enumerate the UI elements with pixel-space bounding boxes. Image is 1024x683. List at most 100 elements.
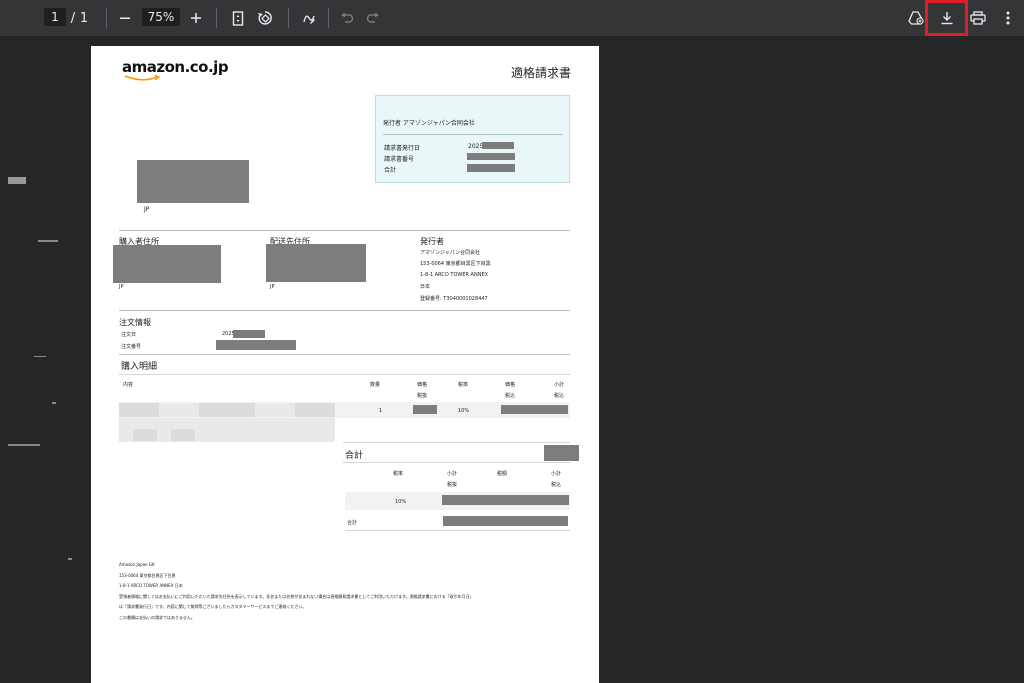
fit-page-icon	[232, 10, 244, 26]
section-divider	[119, 230, 570, 231]
pdf-toolbar: 1 / 1 75%	[0, 0, 1024, 36]
annotate-button[interactable]	[298, 0, 320, 36]
rotate-icon	[258, 11, 272, 25]
footer-line: 153-0064 東京都目黒区下目黒	[119, 573, 176, 578]
print-icon	[970, 11, 986, 25]
redacted-block	[216, 340, 296, 350]
section-divider	[119, 354, 570, 355]
page-number-input[interactable]: 1	[44, 8, 66, 26]
toolbar-divider	[328, 8, 329, 28]
blurred-item-name	[171, 429, 195, 441]
redacted-shipping-address	[266, 244, 366, 282]
purchase-details-label: 購入明細	[121, 362, 158, 372]
total-h-subtotal-sub: 税抜	[447, 482, 458, 488]
col-tax-rate: 税率	[458, 382, 469, 388]
rotate-button[interactable]	[254, 0, 276, 36]
left-panel-mark	[38, 240, 58, 242]
total-section-label: 合計	[345, 451, 364, 461]
footer-line: この書類は支払いの請求ではありません。	[119, 615, 195, 620]
col-price-sub: 税抜	[417, 393, 428, 399]
total-h-subtotal2: 小計	[551, 471, 562, 477]
print-button[interactable]	[967, 0, 989, 36]
redacted-block	[544, 445, 579, 461]
left-panel	[0, 36, 90, 683]
issuer-summary-label: 発行者 アマゾンジャパン合同会社	[383, 120, 475, 127]
issuer-line: アマゾンジャパン合同会社	[420, 250, 481, 256]
redacted-block	[467, 153, 515, 160]
left-panel-mark	[8, 177, 26, 184]
page-separator: /	[70, 10, 76, 26]
minus-icon	[120, 17, 130, 19]
col-subtotal: 小計	[554, 382, 565, 388]
zoom-level-input[interactable]: 75%	[142, 8, 180, 26]
add-to-drive-button[interactable]	[905, 0, 927, 36]
footer-line: Amazon Japan GK	[119, 562, 155, 567]
invoice-number-label: 請求書番号	[384, 156, 415, 163]
pen-icon	[303, 15, 315, 24]
blurred-item-name	[119, 403, 159, 417]
section-divider	[343, 462, 570, 463]
issuer-line: 1-8-1 ARCO TOWER ANNEX	[420, 272, 489, 278]
order-date-label: 注文日	[121, 332, 137, 338]
blurred-item-name	[133, 429, 157, 441]
col-price-incl: 価格	[505, 382, 516, 388]
zoom-out-button[interactable]	[114, 0, 136, 36]
amazon-logo: amazon.co.jp	[122, 58, 229, 76]
left-panel-mark	[34, 356, 46, 357]
issuer-label: 発行者	[420, 237, 444, 246]
add-to-drive-icon	[908, 11, 924, 25]
blurred-item-name	[295, 403, 335, 417]
redacted-block	[233, 330, 265, 338]
left-panel-mark	[8, 444, 40, 446]
page-total: 1	[79, 10, 89, 26]
item-tax-rate: 10%	[458, 408, 470, 414]
redacted-block	[442, 495, 569, 505]
issuer-box-divider	[383, 134, 563, 135]
blurred-item-name	[159, 403, 199, 417]
item-qty: 1	[379, 408, 383, 414]
col-qty: 数量	[370, 382, 381, 388]
recipient-country: JP	[144, 206, 150, 213]
redacted-block	[501, 405, 568, 414]
buyer-country: JP	[119, 284, 124, 290]
footer-line: は「請求書発行日」です。内容に関して質問等ございましたらカスタマーサービスまでご…	[119, 604, 307, 609]
blurred-item-name	[255, 403, 295, 417]
shipping-country: JP	[270, 284, 275, 290]
fit-to-page-button[interactable]	[227, 0, 249, 36]
zoom-value: 75%	[147, 10, 175, 24]
section-divider	[119, 374, 570, 375]
undo-icon	[341, 12, 354, 23]
total-h-subtotal: 小計	[447, 471, 458, 477]
section-divider	[343, 442, 570, 443]
toolbar-divider	[106, 8, 107, 28]
download-highlight-box	[925, 0, 968, 36]
redo-icon	[366, 12, 379, 23]
total-h-tax: 税額	[497, 471, 508, 477]
section-divider	[119, 310, 570, 311]
invoice-title: 適格請求書	[511, 66, 572, 80]
order-number-label: 注文番号	[121, 344, 142, 350]
plus-icon	[191, 13, 201, 23]
redo-button[interactable]	[363, 0, 383, 36]
redacted-block	[467, 164, 515, 172]
invoice-date-label: 請求書発行日	[384, 145, 421, 152]
section-divider	[345, 530, 570, 531]
undo-button[interactable]	[337, 0, 357, 36]
total-h-subtotal2-sub: 税込	[551, 482, 562, 488]
grand-total-label: 合計	[347, 520, 358, 526]
left-panel-mark	[68, 558, 72, 560]
more-actions-button[interactable]	[998, 0, 1018, 36]
registration-number: 登録番号: T3040001028447	[420, 296, 488, 302]
more-vert-icon	[1006, 11, 1010, 25]
total-h-tax-rate: 税率	[393, 471, 404, 477]
zoom-in-button[interactable]	[185, 0, 207, 36]
issuer-line: 日本	[420, 284, 431, 290]
pdf-page: amazon.co.jp 適格請求書 発行者 アマゾンジャパン合同会社 請求書発…	[91, 46, 599, 683]
footer-line: 受領者情報に関してはお支払いにご利用いただいた請求先住所を表示しています。氏名ま…	[119, 594, 474, 599]
col-price: 価格	[417, 382, 428, 388]
redacted-recipient	[137, 160, 249, 203]
toolbar-divider	[288, 8, 289, 28]
amazon-smile-icon	[124, 75, 161, 81]
total-rate: 10%	[395, 499, 407, 505]
issuer-summary-box: 発行者 アマゾンジャパン合同会社 請求書発行日 2025- 請求書番号 合計	[375, 95, 570, 183]
